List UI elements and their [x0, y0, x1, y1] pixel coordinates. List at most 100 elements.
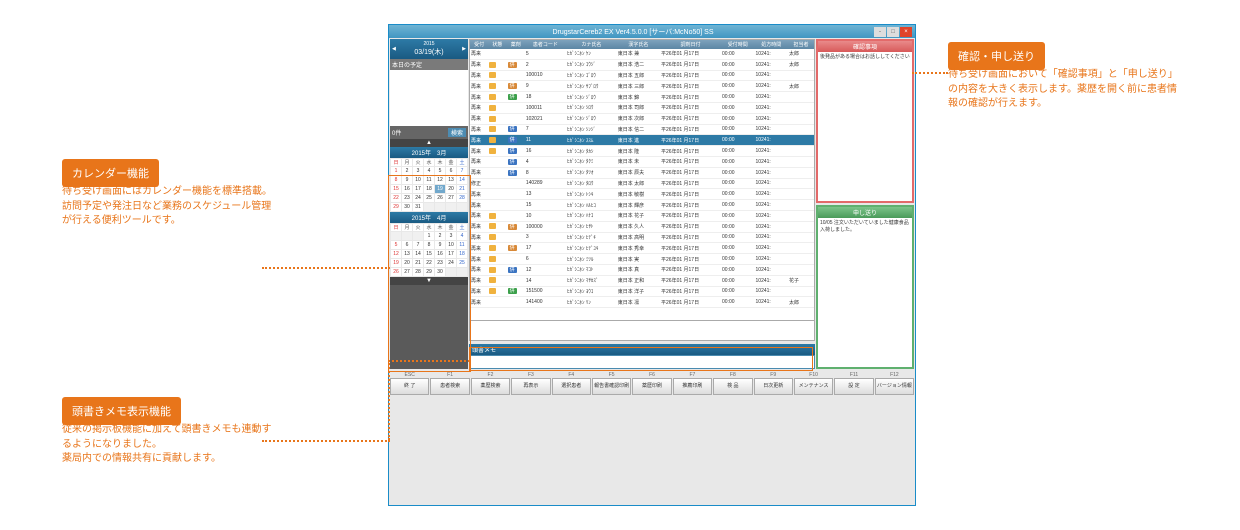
cal-cell[interactable]: 11	[457, 241, 468, 250]
grid-col[interactable]: カナ氏名	[566, 40, 617, 49]
cal-cell[interactable]: 19	[435, 185, 446, 194]
confirm-body[interactable]: 後発品がある場合はお話ししてください	[818, 52, 912, 201]
grid-row[interactable]: 再来併 2ﾋｶﾞｼﾆﾎﾝ ｺｳｼﾞ東日本 浩二 平26年01 月17日00:00…	[470, 59, 814, 70]
fkey-F11[interactable]: F11設 定	[834, 372, 873, 395]
fkey-F5[interactable]: F5報告書確認印刷	[592, 372, 631, 395]
cal-cell[interactable]: 7	[457, 167, 468, 176]
grid-row[interactable]: 再来 13ﾋｶﾞｼﾆﾎﾝ ﾄｼｷ東日本 敏樹 平26年01 月17日00:001…	[470, 189, 814, 200]
cal-cell[interactable]: 30	[402, 203, 413, 212]
cal-cell[interactable]: 25	[457, 259, 468, 268]
cal-cell[interactable]: 28	[413, 268, 424, 277]
cal-cell[interactable]: 3	[413, 167, 424, 176]
grid-row[interactable]: 再来 100010ﾋｶﾞｼﾆﾎﾝ ｺﾞﾛｳ東日本 五郎 平26年01 月17日0…	[470, 70, 814, 81]
cal-cell[interactable]: 16	[435, 250, 446, 259]
cal-cell[interactable]: 20	[402, 259, 413, 268]
cal-cell[interactable]: 3	[446, 232, 457, 241]
cal-cell[interactable]	[402, 232, 413, 241]
grid-row[interactable]: 再来併 12ﾋｶﾞｼﾆﾎﾝ ﾏｺﾄ東日本 真 平26年01 月17日00:001…	[470, 264, 814, 275]
fkey-F1[interactable]: F1患者検索	[430, 372, 469, 395]
fkey-F9[interactable]: F9日次更新	[754, 372, 793, 395]
grid-row[interactable]: 再来 10ﾋｶﾞｼﾆﾎﾝ ﾊﾅｺ東日本 花子 平26年01 月17日00:001…	[470, 210, 814, 221]
grid-row[interactable]: 再来併 18ﾋｶﾞｼﾆﾎﾝ ｼﾞﾛｳ東日本 錦 平26年01 月17日00:00…	[470, 92, 814, 103]
fkey-F3[interactable]: F3再表示	[511, 372, 550, 395]
cal-cell[interactable]: 18	[457, 250, 468, 259]
cal-cell[interactable]: 1	[391, 167, 402, 176]
grid-col[interactable]: 担当者	[788, 40, 814, 49]
fkey-ESC[interactable]: ESC終 了	[390, 372, 429, 395]
fkey-F2[interactable]: F2薬歴検索	[471, 372, 510, 395]
cal-cell[interactable]	[457, 203, 468, 212]
cal-cell[interactable]: 12	[391, 250, 402, 259]
cal-cell[interactable]: 4	[457, 232, 468, 241]
fkey-F4[interactable]: F4選択患者	[552, 372, 591, 395]
cal-cell[interactable]: 2	[402, 167, 413, 176]
cal-cell[interactable]: 25	[424, 194, 435, 203]
cal-cell[interactable]: 29	[424, 268, 435, 277]
grid-row[interactable]: 再来併 16ﾋｶﾞｼﾆﾎﾝ ﾀｶｼ東日本 隆 平26年01 月17日00:001…	[470, 146, 814, 157]
cal-cell[interactable]: 8	[391, 176, 402, 185]
cal-cell[interactable]: 16	[402, 185, 413, 194]
cal-cell[interactable]: 28	[457, 194, 468, 203]
cal-cell[interactable]: 21	[457, 185, 468, 194]
cal-cell[interactable]: 14	[457, 176, 468, 185]
cal-cell[interactable]: 18	[424, 185, 435, 194]
cal-cell[interactable]: 27	[402, 268, 413, 277]
grid-col[interactable]: 患者コード	[525, 40, 566, 49]
cal-cell[interactable]: 13	[402, 250, 413, 259]
maximize-btn[interactable]: □	[887, 27, 899, 37]
grid-row[interactable]: 再来 3ﾋｶﾞｼﾆﾎﾝ ﾋﾃﾞｷ東日本 高明 平26年01 月17日00:001…	[470, 232, 814, 243]
grid-row[interactable]: 再来 15ﾋｶﾞｼﾆﾎﾝ ﾊﾙﾋｺ東日本 輝彦 平26年01 月17日00:00…	[470, 200, 814, 211]
grid-col[interactable]: 調剤日付	[660, 40, 721, 49]
grid-col[interactable]: 受付	[470, 40, 488, 49]
cal-cell[interactable]: 20	[446, 185, 457, 194]
grid-row[interactable]: 再来併 151500ﾋｶﾞｼﾆﾎﾝ ﾖｳｺ東日本 洋子 平26年01 月17日0…	[470, 286, 814, 297]
cal-cell[interactable]	[457, 268, 468, 277]
cal-cell[interactable]: 9	[402, 176, 413, 185]
fkey-F10[interactable]: F10メンテナンス	[794, 372, 833, 395]
fkey-F6[interactable]: F6薬歴印刷	[632, 372, 671, 395]
grid-row[interactable]: 再来 14ﾋｶﾞｼﾆﾎﾝ ﾏｻｶｽﾞ東日本 正和 平26年01 月17日00:0…	[470, 275, 814, 286]
grid-col[interactable]: 受付時間	[721, 40, 755, 49]
cal-cell[interactable]	[446, 203, 457, 212]
cal-cell[interactable]: 29	[391, 203, 402, 212]
prev-day-icon[interactable]: ◀	[392, 46, 396, 52]
grid-row[interactable]: 再来 141400ﾋｶﾞｼﾆﾎﾝ ﾘﾝ東日本 凛 平26年01 月17日00:0…	[470, 297, 814, 308]
calendar-2[interactable]: 日月火水木金土123456789101112131415161718192021…	[390, 223, 468, 277]
minimize-btn[interactable]: -	[874, 27, 886, 37]
cal-cell[interactable]: 19	[391, 259, 402, 268]
cal-cell[interactable]: 10	[446, 241, 457, 250]
cal-cell[interactable]: 26	[435, 194, 446, 203]
cal-cell[interactable]: 27	[446, 194, 457, 203]
grid-row[interactable]: 再来 100011ﾋｶﾞｼﾆﾎﾝ ｼﾛｳ東日本 司郎 平26年01 月17日00…	[470, 102, 814, 113]
grid-col[interactable]: 漢字氏名	[617, 40, 660, 49]
grid-row[interactable]: 再来併 8ﾋｶﾞｼﾆﾎﾝ ﾀﾂｵ東日本 辰夫 平26年01 月17日00:001…	[470, 167, 814, 178]
cal-cell[interactable]: 7	[413, 241, 424, 250]
memo-body[interactable]	[469, 355, 815, 369]
cal-cell[interactable]: 4	[424, 167, 435, 176]
cal-cell[interactable]: 17	[413, 185, 424, 194]
cal-up-icon[interactable]: ▲	[390, 139, 468, 147]
search-btn[interactable]: 検索	[448, 128, 466, 137]
grid-col[interactable]: 処方時間	[755, 40, 789, 49]
grid-col[interactable]: 状態	[488, 40, 506, 49]
cal-cell[interactable]: 24	[446, 259, 457, 268]
fkey-F12[interactable]: F12バージョン情報	[875, 372, 914, 395]
calendar-1[interactable]: 日月火水木金土123456789101112131415161718192021…	[390, 158, 468, 212]
cal-cell[interactable]	[391, 232, 402, 241]
grid-row[interactable]: 再来 6ﾋｶﾞｼﾆﾎﾝ ﾐﾂﾙ東日本 実 平26年01 月17日00:00102…	[470, 254, 814, 265]
cal-cell[interactable]: 26	[391, 268, 402, 277]
cal-cell[interactable]: 6	[402, 241, 413, 250]
patient-grid[interactable]: 受付状態薬剤患者コードカナ氏名漢字氏名調剤日付受付時間処方時間担当者 再来 5ﾋ…	[469, 39, 815, 321]
grid-col[interactable]: 薬剤	[507, 40, 525, 49]
cal-cell[interactable]: 22	[424, 259, 435, 268]
grid-row[interactable]: 再来併 9ﾋｶﾞｼﾆﾎﾝ ｻﾌﾞﾛｳ東日本 三郎 平26年01 月17日00:0…	[470, 81, 814, 92]
cal-cell[interactable]: 31	[413, 203, 424, 212]
cal-cell[interactable]: 9	[435, 241, 446, 250]
grid-row[interactable]: 再来併 7ﾋｶﾞｼﾆﾎﾝ ｼﾝｼﾞ東日本 信二 平26年01 月17日00:00…	[470, 124, 814, 135]
cal-cell[interactable]: 8	[424, 241, 435, 250]
cal-cell[interactable]: 1	[424, 232, 435, 241]
cal-cell[interactable]: 30	[435, 268, 446, 277]
titlebar[interactable]: DrugstarCereb2 EX Ver4.5.0.0 [サーバ:McNo50…	[389, 25, 915, 38]
transfer-body[interactable]: 10/05 注文いただいていました健康食品入荷しました。	[818, 218, 912, 367]
cal-cell[interactable]: 5	[435, 167, 446, 176]
